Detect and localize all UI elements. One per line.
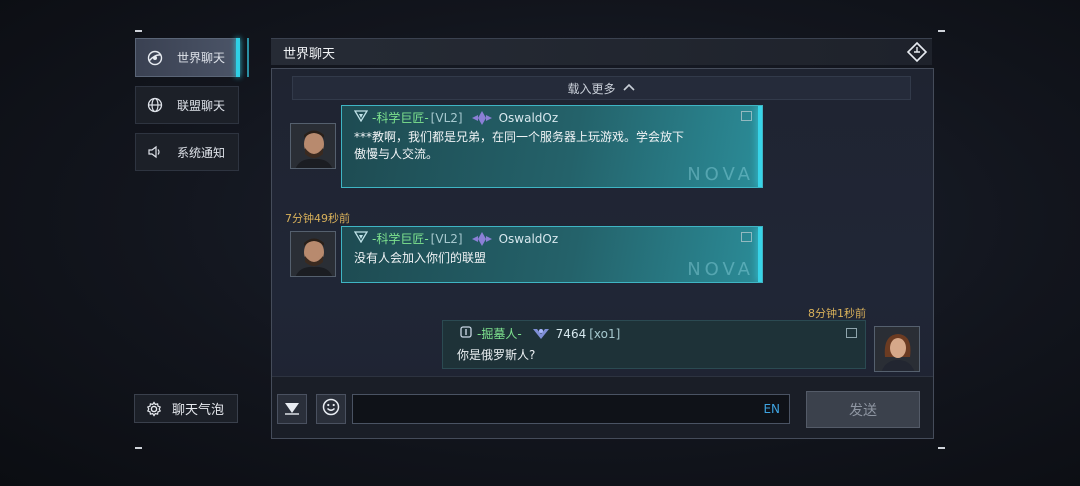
active-indicator	[236, 38, 240, 77]
message-text-line: 你是俄罗斯人?	[457, 348, 536, 362]
globe-icon	[147, 97, 163, 113]
copy-icon[interactable]	[846, 328, 857, 338]
guild-icon	[353, 231, 369, 246]
guild-tag: -科学巨匠-	[372, 111, 429, 125]
avatar[interactable]	[874, 326, 920, 372]
gear-icon	[146, 400, 162, 417]
speaker-icon	[147, 144, 163, 160]
username[interactable]: OswaldOz	[499, 111, 559, 125]
page-title: 世界聊天	[283, 47, 336, 62]
chat-bubble-label: 聊天气泡	[172, 403, 225, 418]
copy-icon[interactable]	[741, 232, 752, 242]
guild-icon	[459, 326, 473, 341]
message-text-line: 傲慢与人交流。	[354, 147, 439, 161]
chat-input[interactable]: EN	[352, 394, 790, 424]
sidebar-item-alliance-chat[interactable]: 联盟聊天	[135, 86, 239, 124]
username[interactable]: OswaldOz	[499, 232, 559, 246]
diamond-icon[interactable]	[906, 41, 928, 63]
active-indicator-line	[247, 38, 249, 77]
language-toggle[interactable]: EN	[763, 402, 780, 416]
message-text-line: 没有人会加入你们的联盟	[354, 251, 487, 265]
smiley-icon	[322, 398, 340, 420]
triangle-down-icon	[284, 400, 300, 419]
chat-message[interactable]: -科学巨匠- [VL2] OswaldOz 没有人会加入你们的联盟 NOVA	[341, 226, 763, 283]
rank-icon	[530, 326, 552, 342]
rank-icon	[471, 110, 493, 126]
message-text-line: ***教啊，我们都是兄弟，在同一个服务器上玩游戏。学会放下	[354, 130, 685, 144]
chevron-up-icon	[622, 81, 636, 95]
world-chat-icon	[147, 50, 163, 66]
frame-corner	[135, 447, 142, 449]
load-more-label: 载入更多	[567, 81, 616, 96]
message-meta: -科学巨匠- [VL2] OswaldOz	[353, 230, 559, 247]
chat-message[interactable]: -掘墓人- 7464 [xo1] 你是俄罗斯人?	[442, 320, 866, 369]
message-edge-glow	[758, 227, 762, 282]
message-timestamp: 7分钟49秒前	[285, 212, 350, 225]
frame-corner	[938, 30, 945, 32]
chat-header: 世界聊天	[271, 38, 932, 65]
level-tag: [VL2]	[430, 110, 463, 125]
sidebar-item-system-notice[interactable]: 系统通知	[135, 133, 239, 171]
rank-icon	[471, 231, 493, 247]
message-meta: -掘墓人- 7464 [xo1]	[459, 325, 620, 342]
chat-message[interactable]: -科学巨匠- [VL2] OswaldOz ***教啊，我们都是兄弟，在同一个服…	[341, 105, 763, 188]
nova-watermark: NOVA	[687, 164, 754, 185]
sidebar-item-world-chat[interactable]: 世界聊天	[135, 38, 239, 77]
emoji-button[interactable]	[316, 394, 346, 424]
level-tag: [xo1]	[589, 326, 621, 341]
load-more-button[interactable]: 载入更多	[292, 76, 911, 100]
guild-tag: -科学巨匠-	[372, 232, 429, 246]
avatar[interactable]	[290, 231, 336, 277]
guild-icon	[353, 110, 369, 125]
nova-watermark: NOVA	[687, 259, 754, 280]
sidebar-item-label: 系统通知	[177, 145, 226, 160]
message-meta: -科学巨匠- [VL2] OswaldOz	[353, 109, 559, 126]
collapse-button[interactable]	[277, 394, 307, 424]
guild-tag: -掘墓人-	[477, 327, 522, 341]
copy-icon[interactable]	[741, 111, 752, 121]
send-button[interactable]: 发送	[806, 391, 920, 428]
chat-bubble-button[interactable]: 聊天气泡	[134, 394, 238, 423]
sidebar-item-label: 联盟聊天	[177, 98, 226, 113]
username[interactable]: 7464	[556, 327, 587, 341]
message-edge-glow	[758, 106, 762, 187]
frame-corner	[135, 30, 142, 32]
frame-corner	[938, 447, 945, 449]
avatar[interactable]	[290, 123, 336, 169]
message-timestamp: 8分钟1秒前	[808, 307, 866, 320]
sidebar-item-label: 世界聊天	[177, 51, 226, 65]
level-tag: [VL2]	[430, 231, 463, 246]
